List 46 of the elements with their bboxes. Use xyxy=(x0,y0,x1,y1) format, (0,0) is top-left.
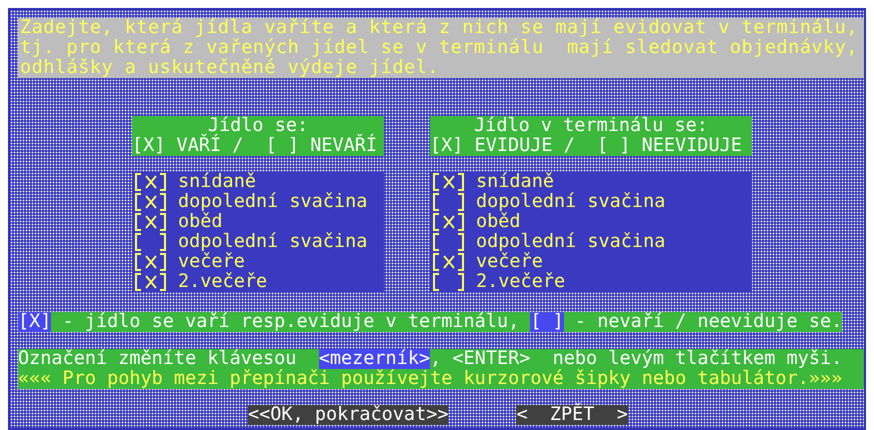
cross-icon xyxy=(442,255,456,269)
checkbox[interactable] xyxy=(432,233,465,251)
checkbox-label: odpolední svačina xyxy=(178,232,368,252)
intro-text: Zadejte, která jídla vaříte a která z nich se mají evidovat v terminálu, tj. pro která z vařených jídel se v terminálu mají sledovat objednávky, odhlášky a uskutečněné výdeje jídel. xyxy=(18,18,864,78)
help-text: Označení změníte klávesou xyxy=(18,349,298,369)
checkbox-label: oběd xyxy=(476,212,521,232)
column-legend: [X] VAŘÍ / [ ] NEVAŘÍ xyxy=(132,136,384,156)
checkbox[interactable] xyxy=(432,213,465,231)
cross-icon xyxy=(442,215,456,229)
checkbox[interactable] xyxy=(134,233,167,251)
checkbox-label: snídaně xyxy=(178,172,256,192)
checkbox[interactable] xyxy=(432,253,465,271)
checkbox-label: dopolední svačina xyxy=(178,192,368,212)
checkbox-label: 2.večeře xyxy=(476,272,566,292)
checkbox-label: odpolední svačina xyxy=(476,232,666,252)
cross-icon xyxy=(144,275,158,289)
legend-text: - nevaří / neeviduje se. xyxy=(564,312,842,332)
checkbox-label: snídaně xyxy=(476,172,554,192)
back-button[interactable]: < ZPĚT > xyxy=(516,405,628,425)
legend-text: - jídlo se vaří resp.eviduje v terminálu, xyxy=(51,312,530,332)
help-text: , <ENTER> nebo levým tlačítkem myši. xyxy=(430,349,842,369)
checkbox-label: večeře xyxy=(178,252,245,272)
checkbox[interactable] xyxy=(134,173,167,191)
checkbox[interactable] xyxy=(432,273,465,291)
key-name: <mezerník> xyxy=(318,349,430,369)
navigation-hint: ««« Pro pohyb mezi přepínači používejte kurzorové šipky nebo tabulátor.»»» xyxy=(18,369,842,389)
checkbox[interactable] xyxy=(432,173,465,191)
checkbox-label: večeře xyxy=(476,252,543,272)
legend-mark: [ ] xyxy=(530,312,564,332)
checkbox-label: dopolední svačina xyxy=(476,192,666,212)
checkbox[interactable] xyxy=(134,273,167,291)
column-title: Jídlo v terminálu se: xyxy=(473,116,709,136)
cross-icon xyxy=(144,175,158,189)
ok-button[interactable]: <<OK, pokračovat>> xyxy=(248,405,448,425)
checkbox[interactable] xyxy=(134,193,167,211)
legend-mark: [X] xyxy=(18,312,52,332)
checkbox-label: 2.večeře xyxy=(178,272,268,292)
column-legend: [X] EVIDUJE / [ ] NEEVIDUJE xyxy=(430,136,752,156)
checkbox[interactable] xyxy=(134,213,167,231)
cross-icon xyxy=(144,255,158,269)
cross-icon xyxy=(442,175,456,189)
cross-icon xyxy=(144,215,158,229)
cross-icon xyxy=(144,195,158,209)
checkbox[interactable] xyxy=(134,253,167,271)
checkbox-label: oběd xyxy=(178,212,223,232)
checkbox[interactable] xyxy=(432,193,465,211)
